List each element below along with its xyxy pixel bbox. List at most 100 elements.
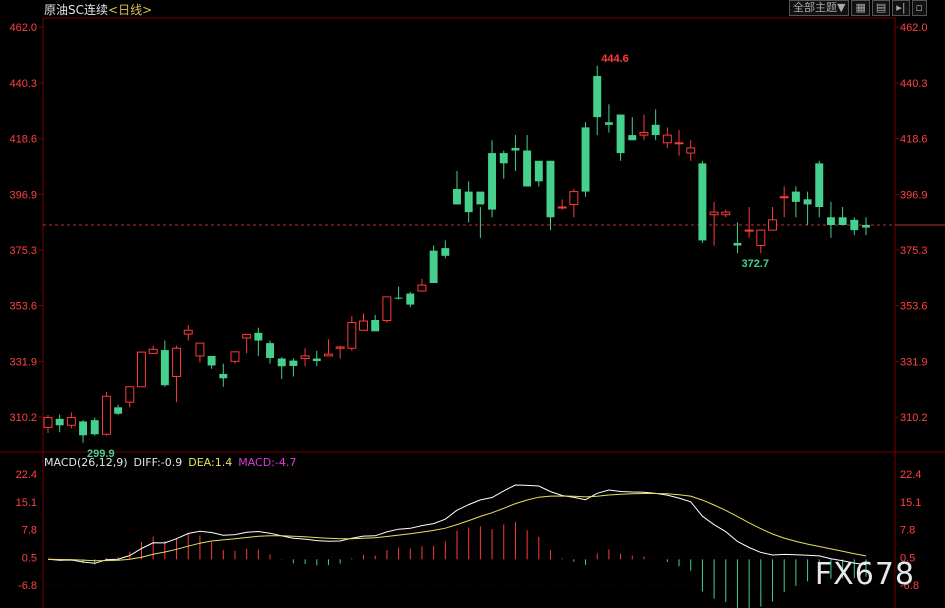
candle-body-down (499, 153, 508, 164)
candle-body-up (557, 206, 567, 209)
price-extreme-label: 372.7 (741, 258, 769, 270)
macd-header: MACD(26,12,9) DIFF:-0.9 DEA:1.4 MACD:-4.7 (44, 456, 302, 469)
chart-toolbar: 全部主题▼ ▦ ▤ ▸| ▫ (789, 0, 927, 16)
kline-chart[interactable]: 462.0 462.0 440.3 440.3 418.6 418.6 396.9 396.9… (0, 0, 945, 608)
candle-body-down (464, 191, 473, 213)
price-label-left: 331.9 (9, 356, 37, 368)
candle-body-up (662, 134, 672, 144)
candle-body-up (230, 351, 240, 362)
price-label-right: 418.6 (900, 134, 928, 146)
instrument-name: 原油SC连续 (44, 3, 108, 17)
indicator-select-label: 全部主题 (793, 1, 838, 14)
indicator-select[interactable]: 全部主题▼ (789, 0, 850, 16)
candle-body-up (137, 351, 146, 388)
candle-body-up (101, 395, 111, 435)
candle-body-down (114, 407, 123, 414)
candle-body-up (569, 191, 579, 205)
price-label-right: 331.9 (900, 356, 928, 368)
chart-icon: ▤ (875, 1, 887, 14)
candle-body-up (674, 142, 684, 145)
macd-label-right: 15.1 (900, 497, 921, 509)
candle-body-down (90, 420, 99, 435)
macd-value: MACD:-4.7 (238, 456, 297, 469)
candle-body-up (300, 355, 310, 360)
candle-body-down (850, 219, 859, 231)
candle-body-down (534, 160, 543, 182)
candle-body-up (756, 229, 766, 247)
candle-body-down (581, 127, 590, 192)
candle-body-down (803, 199, 812, 205)
macd-label-right: 22.4 (900, 469, 921, 481)
candle-body-up (195, 342, 205, 357)
macd-title: MACD(26,12,9) (44, 456, 128, 469)
price-label-left: 353.6 (9, 301, 37, 313)
candle-body-down (698, 163, 707, 241)
candle-body-down (604, 122, 613, 125)
candle-body-up (43, 417, 53, 428)
step-forward-button[interactable]: ▸| (892, 0, 910, 16)
candle-body-down (429, 250, 438, 284)
chart-type-button[interactable]: ▤ (871, 0, 891, 16)
candle-body-down (277, 358, 286, 367)
candle-body-down (511, 147, 520, 151)
candle-body-down (219, 373, 228, 379)
candle-body-down (289, 360, 298, 366)
candle-body-up (66, 417, 76, 426)
price-extreme-label: 444.6 (601, 53, 629, 65)
candle-body-down (838, 217, 847, 225)
grid-button[interactable]: ▦ (851, 0, 870, 16)
chart-title: 原油SC连续<日线> (44, 1, 152, 18)
candle-body-down (616, 114, 625, 154)
grid-icon: ▦ (855, 1, 866, 14)
candle-body-down (207, 355, 216, 366)
macd-label-left: 0.5 (22, 552, 37, 564)
candle-body-up (242, 333, 252, 339)
price-label-right: 462.0 (900, 22, 928, 34)
macd-label-left: -6.8 (18, 580, 37, 592)
candle-body-up (148, 348, 158, 354)
macd-label-left: 15.1 (16, 497, 37, 509)
price-label-right: 353.6 (900, 301, 928, 313)
candle-body-down (523, 150, 532, 187)
candle-body-down (651, 124, 660, 136)
candle-body-up (768, 219, 777, 231)
price-label-right: 375.3 (900, 245, 928, 257)
step-forward-icon: ▸| (896, 1, 906, 14)
candle-body-down (371, 320, 380, 332)
period-label[interactable]: 日线 (118, 3, 142, 17)
expand-icon: ▫ (915, 1, 923, 14)
candle-body-up (335, 346, 345, 349)
candle-body-down (266, 343, 275, 359)
candle-body-down (488, 153, 497, 210)
candle-body-up (744, 229, 754, 232)
price-label-left: 375.3 (9, 245, 37, 257)
candle-body-down (79, 421, 88, 436)
candle-body-down (406, 293, 415, 305)
candle-body-up (721, 211, 731, 216)
candle-body-up (125, 386, 135, 403)
macd-dea: DEA:1.4 (188, 456, 233, 469)
period-next[interactable]: > (142, 3, 152, 17)
candle-body-up (323, 353, 333, 357)
expand-button[interactable]: ▫ (911, 0, 927, 16)
watermark-logo: FX678 (814, 557, 915, 592)
candle-body-up (347, 322, 357, 349)
price-label-right: 440.3 (900, 78, 928, 90)
price-label-right: 310.2 (900, 412, 928, 424)
price-label-right: 396.9 (900, 189, 928, 201)
candle-body-up (172, 347, 182, 377)
candle-body-down (862, 224, 870, 228)
period-prev[interactable]: < (108, 3, 118, 17)
candle-body-down (546, 160, 555, 218)
candle-body-up (686, 147, 696, 154)
dropdown-arrow-icon: ▼ (837, 1, 846, 14)
candle-body-down (394, 297, 403, 299)
candle-body-down (628, 135, 637, 141)
candle-body-up (417, 284, 427, 292)
candle-body-up (779, 196, 789, 199)
candle-body-up (183, 329, 193, 335)
candle-body-up (709, 211, 719, 216)
macd-label-right: 7.8 (900, 525, 915, 537)
candle-body-up (359, 320, 368, 331)
candle-body-up (639, 132, 649, 136)
